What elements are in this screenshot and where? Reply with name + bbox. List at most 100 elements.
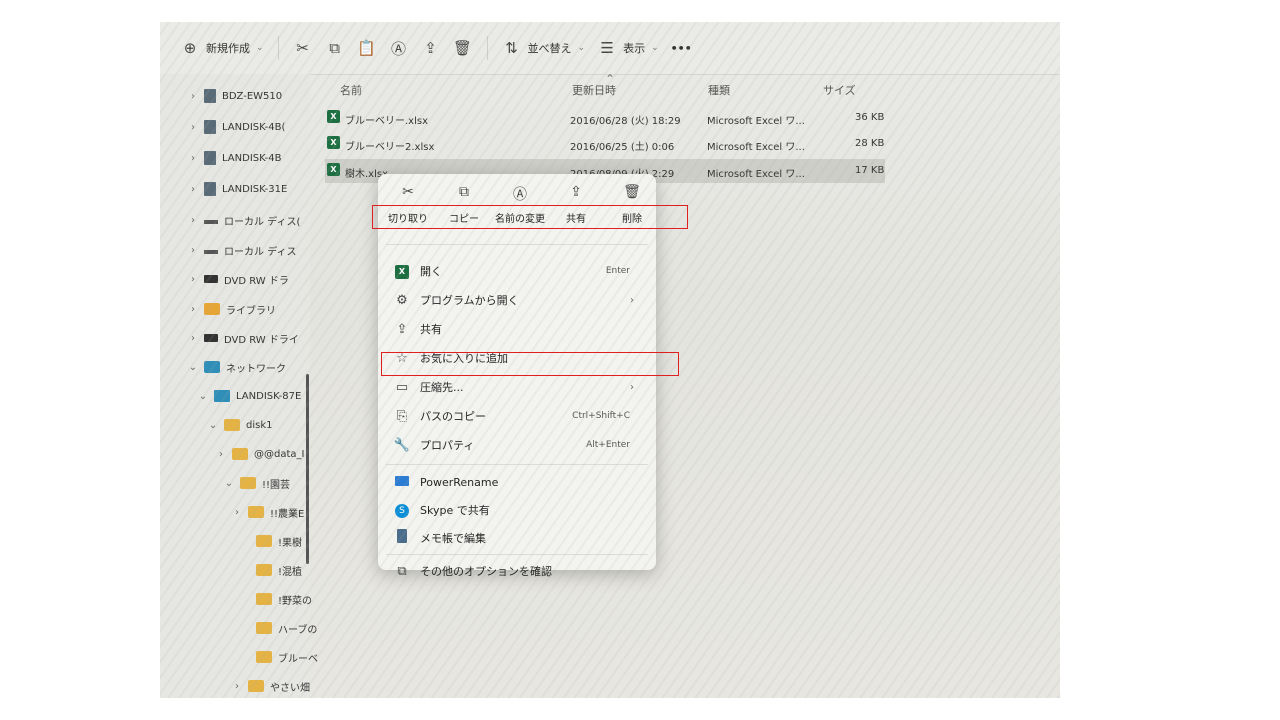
nav-item-label: ライブラリ: [226, 305, 276, 317]
more-options-icon: ⧉: [397, 563, 407, 579]
nav-item[interactable]: ⌄ disk1: [208, 413, 273, 437]
nav-item[interactable]: › やさい畑: [232, 674, 310, 698]
nav-item[interactable]: ブルーベ: [240, 645, 318, 669]
nav-item[interactable]: !野菜の: [240, 587, 312, 611]
network-drive-icon: [204, 182, 216, 196]
nav-item[interactable]: › LANDISK-4B(: [188, 115, 285, 139]
nav-item-label: ブルーベ: [278, 653, 318, 665]
nav-item-label: ネットワーク: [226, 363, 286, 375]
chevron-right-icon[interactable]: ›: [188, 215, 198, 226]
nav-item[interactable]: › ライブラリ: [188, 297, 276, 321]
column-date[interactable]: 更新日時: [572, 82, 616, 98]
excel-file-icon: X: [327, 110, 340, 123]
new-button[interactable]: ⊕ 新規作成 ⌄: [174, 33, 270, 63]
nav-scrollbar[interactable]: [306, 374, 309, 564]
more-button[interactable]: •••: [665, 33, 698, 63]
nav-item[interactable]: › !!農業E: [232, 500, 304, 524]
chevron-right-icon[interactable]: ›: [232, 507, 242, 518]
copy-button[interactable]: ⧉: [319, 33, 351, 63]
zip-folder-icon: ▭: [395, 379, 409, 395]
menu-item-copy-path[interactable]: ⎘ パスのコピー Ctrl+Shift+C: [386, 403, 648, 429]
scissors-icon: ✂: [402, 184, 414, 200]
folder-icon: [224, 419, 240, 431]
copy-icon: ⧉: [329, 39, 340, 57]
menu-item-powerrename[interactable]: PowerRename: [386, 469, 648, 495]
folder-icon: [256, 535, 272, 547]
menu-divider: [386, 464, 648, 465]
file-list-header: ⌃ 名前 更新日時 種類 サイズ: [320, 72, 1060, 102]
nav-item[interactable]: › BDZ-EW510: [188, 84, 282, 108]
share-button[interactable]: ⇪: [415, 33, 447, 63]
menu-item-open-with[interactable]: ⚙ プログラムから開く ›: [386, 287, 648, 313]
nav-item-label: !!農業E: [270, 508, 305, 520]
menu-item-more-options[interactable]: ⧉ その他のオプションを確認: [386, 560, 648, 582]
column-size[interactable]: サイズ: [823, 82, 856, 98]
chevron-right-icon[interactable]: ›: [188, 91, 198, 102]
menu-item-compress-to[interactable]: ▭ 圧縮先... ›: [386, 374, 648, 400]
clipboard-icon: 📋: [357, 39, 376, 57]
nav-item[interactable]: ハーブの: [240, 616, 317, 640]
chevron-right-icon[interactable]: ›: [188, 333, 198, 344]
nav-item[interactable]: › LANDISK-4B: [188, 146, 281, 170]
nav-item-label: ローカル ディス(: [224, 216, 301, 228]
chevron-right-icon[interactable]: ›: [188, 245, 198, 256]
chevron-down-icon[interactable]: ⌄: [198, 391, 208, 402]
copy-icon: ⧉: [459, 184, 469, 200]
chevron-down-icon[interactable]: ⌄: [188, 362, 198, 373]
chevron-right-icon[interactable]: ›: [216, 449, 226, 460]
menu-item-share[interactable]: ⇪ 共有: [386, 316, 648, 342]
chevron-right-icon[interactable]: ›: [188, 184, 198, 195]
folder-icon: [256, 651, 272, 663]
nav-item-label: disk1: [246, 419, 273, 431]
column-name[interactable]: 名前: [340, 82, 362, 98]
folder-icon: [248, 506, 264, 518]
menu-item-edit-notepad[interactable]: メモ帳で編集: [386, 525, 648, 551]
dvd-drive-icon: [204, 275, 218, 283]
nav-item[interactable]: ⌄ ネットワーク: [188, 355, 286, 379]
nav-item[interactable]: › DVD RW ドラ: [188, 267, 289, 291]
nav-item[interactable]: !混植: [240, 558, 302, 582]
notepad-icon: [397, 529, 407, 543]
nav-item[interactable]: › LANDISK-31E: [188, 177, 287, 201]
folder-icon: [256, 564, 272, 576]
chevron-right-icon[interactable]: ›: [188, 153, 198, 164]
chevron-right-icon[interactable]: ›: [188, 304, 198, 315]
trash-icon: 🗑: [623, 184, 641, 200]
nav-item[interactable]: › @@data_I: [216, 442, 304, 466]
file-row[interactable]: X ブルーベリー.xlsx 2016/06/28 (火) 18:29 Micro…: [325, 106, 885, 130]
rename-icon: Ⓐ: [391, 39, 407, 58]
nav-item[interactable]: ⌄ !!園芸: [224, 471, 290, 495]
column-type[interactable]: 種類: [708, 82, 730, 98]
nav-item-label: ハーブの: [278, 624, 318, 636]
wrench-icon: 🔧: [393, 437, 411, 453]
nav-item[interactable]: !果樹: [240, 529, 302, 553]
network-drive-icon: [204, 89, 216, 103]
menu-item-open[interactable]: X 開く Enter: [386, 258, 648, 284]
rename-button[interactable]: Ⓐ: [383, 33, 415, 63]
chevron-right-icon[interactable]: ›: [188, 122, 198, 133]
drive-icon: [204, 220, 218, 224]
menu-item-skype-share[interactable]: S Skype で共有: [386, 497, 648, 523]
menu-item-properties[interactable]: 🔧 プロパティ Alt+Enter: [386, 432, 648, 458]
delete-button[interactable]: 🗑: [447, 33, 479, 63]
file-row[interactable]: X ブルーベリー2.xlsx 2016/06/25 (土) 0:06 Micro…: [325, 132, 885, 156]
paste-button[interactable]: 📋: [351, 33, 383, 63]
chevron-down-icon[interactable]: ⌄: [224, 478, 234, 489]
chevron-down-icon[interactable]: ⌄: [208, 420, 218, 431]
share-icon: ⇪: [570, 184, 582, 200]
toolbar-divider: [277, 36, 279, 60]
sort-button[interactable]: ⇅ 並べ替え ⌄: [496, 33, 592, 63]
cut-button[interactable]: ✂: [287, 33, 319, 63]
nav-item[interactable]: › ローカル ディス(: [188, 208, 300, 232]
network-icon: [204, 361, 220, 373]
folder-icon: [240, 477, 256, 489]
menu-divider: [386, 554, 648, 555]
nav-item[interactable]: › ローカル ディス: [188, 238, 296, 262]
powerrename-icon: [395, 475, 409, 486]
nav-item[interactable]: ⌄ LANDISK-87E: [198, 384, 301, 408]
chevron-right-icon[interactable]: ›: [232, 681, 242, 692]
nav-item[interactable]: › DVD RW ドライ: [188, 326, 299, 350]
folder-icon: [248, 680, 264, 692]
view-button[interactable]: ☰ 表示 ⌄: [591, 33, 665, 63]
chevron-right-icon[interactable]: ›: [188, 274, 198, 285]
